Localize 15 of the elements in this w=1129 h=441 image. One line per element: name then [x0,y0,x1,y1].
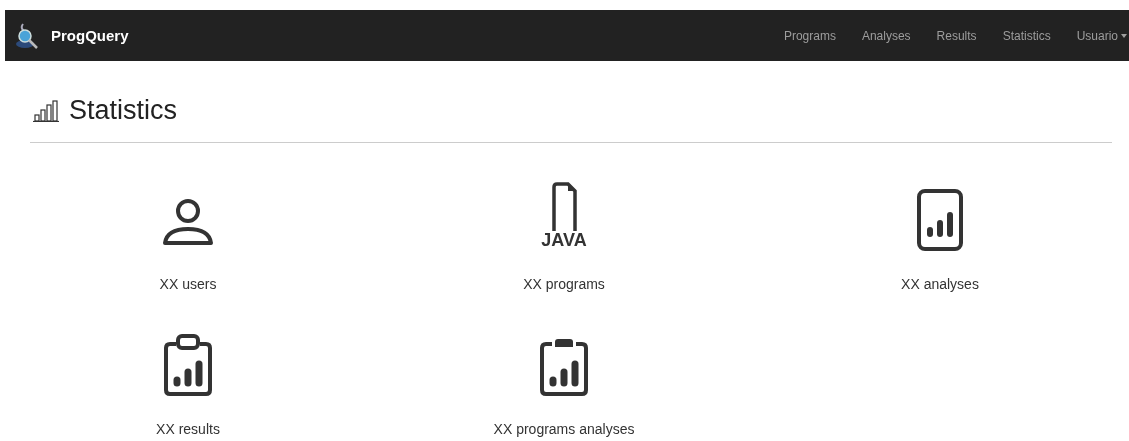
page-title: Statistics [69,95,178,126]
stat-label: XX programs [523,276,605,292]
magnifier-logo-icon[interactable] [15,21,39,50]
nav-link[interactable]: Statistics [989,28,1064,43]
stat-label: XX analyses [901,276,979,292]
nav-link[interactable]: Results [923,28,990,43]
nav-link[interactable]: Programs [770,28,849,43]
caret-icon [1121,33,1127,38]
nav-link[interactable]: Analyses [848,28,924,43]
stat-label: XX results [156,421,220,437]
brand-name[interactable]: ProgQuery [51,27,129,44]
user-menu[interactable]: Usuario [1063,28,1129,43]
stat-label: XX programs analyses [493,421,635,437]
bar-chart-icon [33,99,59,122]
stat-label: XX users [159,276,217,292]
